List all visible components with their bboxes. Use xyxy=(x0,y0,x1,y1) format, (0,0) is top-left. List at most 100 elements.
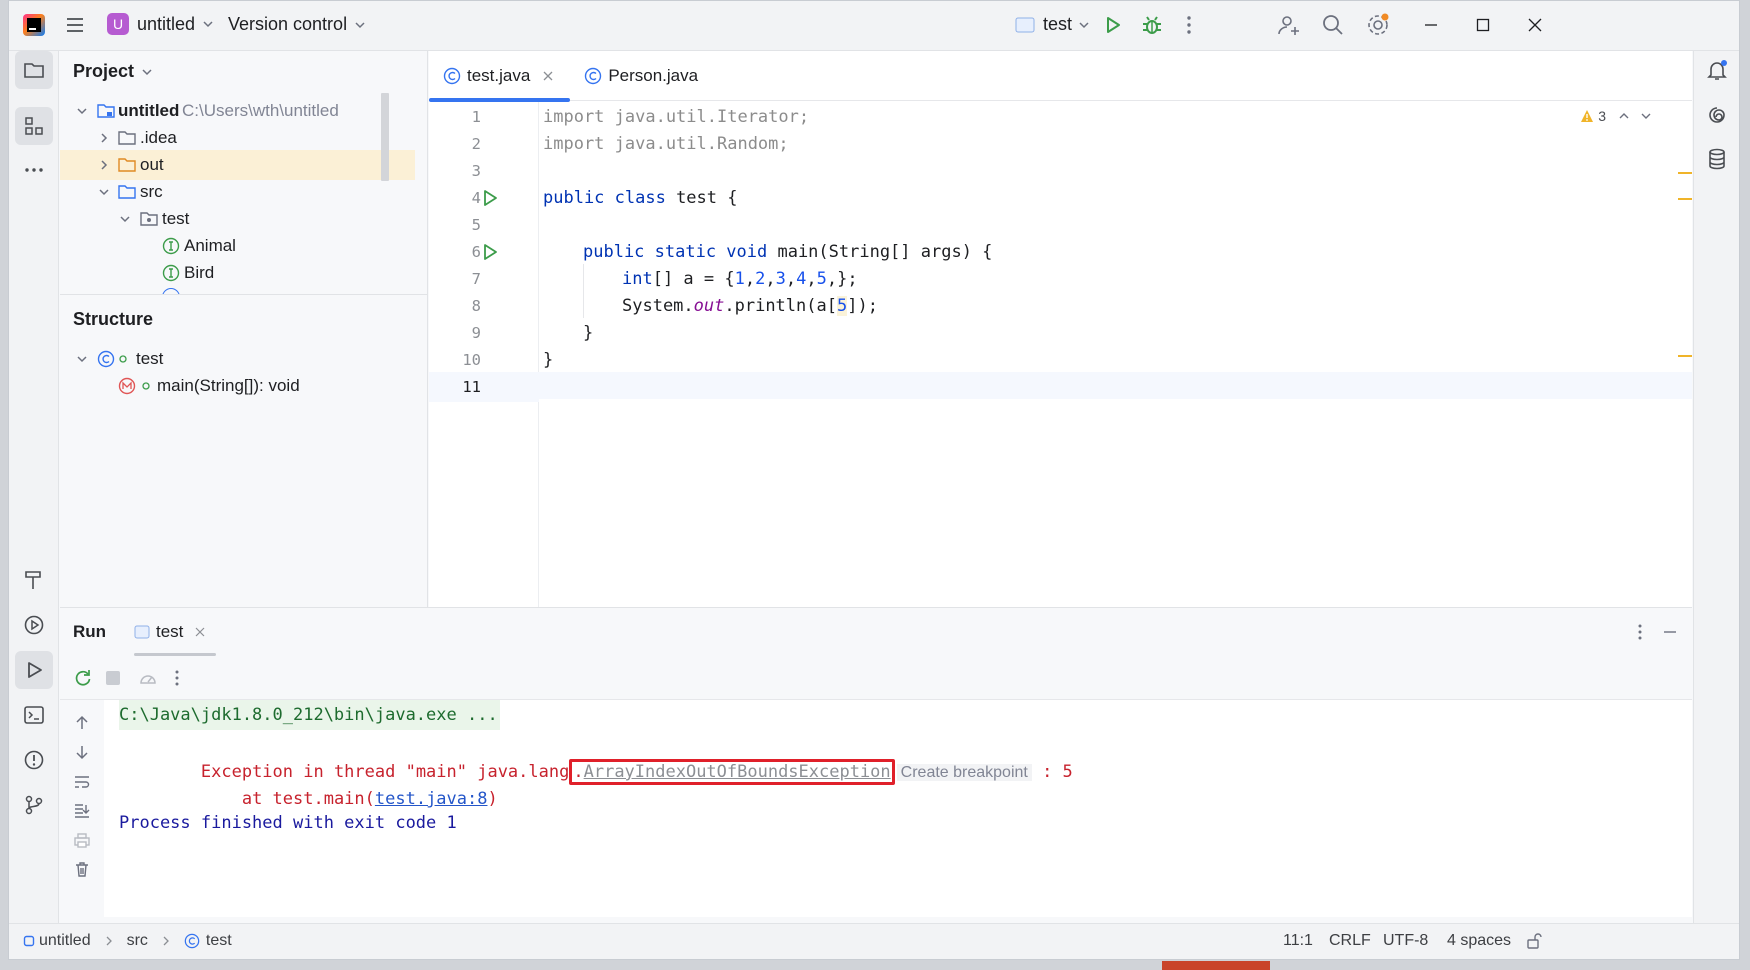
config-icon xyxy=(134,625,150,639)
trash-icon[interactable] xyxy=(73,860,91,878)
breadcrumb-item[interactable]: untitled xyxy=(39,932,91,950)
main-menu-icon[interactable] xyxy=(65,15,85,40)
run-toolbar xyxy=(60,656,1692,700)
run-tab-test[interactable]: test xyxy=(134,608,216,656)
more-actions-button[interactable] xyxy=(1185,15,1193,40)
project-selector[interactable]: U untitled xyxy=(107,13,215,35)
run-tool-button[interactable] xyxy=(15,651,53,689)
tree-item-out[interactable]: out xyxy=(60,150,415,180)
module-icon xyxy=(23,935,35,947)
indent-setting[interactable]: 4 spaces xyxy=(1447,932,1511,950)
project-tree-scrollbar[interactable] xyxy=(381,93,389,181)
maximize-button[interactable] xyxy=(1473,15,1493,40)
tree-item-animal[interactable]: Animal xyxy=(60,231,415,261)
folder-icon xyxy=(24,63,44,78)
code-with-me-button[interactable] xyxy=(1277,13,1301,42)
file-encoding[interactable]: UTF-8 xyxy=(1383,932,1428,950)
structure-tool-button[interactable] xyxy=(15,107,53,145)
inspection-widget[interactable]: 3 xyxy=(1580,108,1652,124)
error-stripe-mark[interactable] xyxy=(1678,355,1692,357)
run-config-selector[interactable]: test xyxy=(1015,14,1091,35)
lock-icon[interactable] xyxy=(1526,933,1542,949)
chevron-right-icon xyxy=(163,936,169,946)
debug-button[interactable] xyxy=(1141,14,1163,41)
code-area[interactable]: import java.util.Iterator; import java.u… xyxy=(539,102,1692,607)
terminal-tool-button[interactable] xyxy=(15,696,53,734)
minimize-panel-icon[interactable] xyxy=(1662,624,1678,640)
close-window-button[interactable] xyxy=(1525,15,1545,40)
line-number: 8 xyxy=(471,297,481,315)
run-gutter-icon[interactable] xyxy=(481,243,499,261)
panel-divider[interactable] xyxy=(60,294,427,295)
code-line-10: } xyxy=(543,350,554,370)
code-token: 4 xyxy=(796,269,807,289)
ide-window: U untitled Version control test Project … xyxy=(8,0,1740,960)
ai-assistant-button[interactable] xyxy=(1705,103,1729,132)
structure-item-main[interactable]: main(String[]): void xyxy=(60,371,415,401)
code-token: [] a = { xyxy=(652,269,735,289)
tree-item-test-package[interactable]: test xyxy=(60,204,415,234)
breadcrumb-item[interactable]: test xyxy=(206,932,232,950)
problems-tool-button[interactable] xyxy=(15,741,53,779)
code-line-7: int[] a = {1,2,3,4,5,}; xyxy=(622,269,858,289)
error-stripe-mark[interactable] xyxy=(1678,172,1692,174)
structure-item-test[interactable]: test xyxy=(60,344,415,374)
create-breakpoint-link[interactable]: Create breakpoint xyxy=(896,764,1032,781)
code-editor: test.java Person.java 1 2 3 4 5 6 7 8 9 … xyxy=(429,51,1692,607)
bell-icon xyxy=(1707,60,1727,80)
services-tool-button[interactable] xyxy=(15,606,53,644)
exception-class-link[interactable]: ArrayIndexOutOfBoundsException xyxy=(584,762,891,782)
run-panel: Run test C:\Java\jdk1.8.0_212\bin\java.e… xyxy=(60,607,1692,917)
tree-label: Animal xyxy=(184,236,236,255)
close-icon[interactable] xyxy=(542,70,554,82)
scroll-to-end-icon[interactable] xyxy=(73,801,91,819)
excluded-folder-icon xyxy=(118,158,136,172)
more-tools-button[interactable] xyxy=(15,151,53,189)
breadcrumb-item[interactable]: src xyxy=(127,932,148,950)
chevron-down-icon[interactable] xyxy=(1640,110,1652,122)
code-token: ]); xyxy=(847,296,878,316)
rerun-icon[interactable] xyxy=(73,668,93,688)
cursor-position[interactable]: 11:1 xyxy=(1283,932,1313,950)
git-tool-button[interactable] xyxy=(15,786,53,824)
close-icon[interactable] xyxy=(195,627,205,637)
version-control-menu[interactable]: Version control xyxy=(228,14,367,35)
app-logo[interactable] xyxy=(23,14,45,36)
tree-item-untitled[interactable]: untitled C:\Users\wth\untitled xyxy=(60,96,415,126)
code-line-9: } xyxy=(583,323,594,343)
print-icon[interactable] xyxy=(73,831,91,849)
more-vertical-icon[interactable] xyxy=(1636,623,1644,641)
soft-wrap-icon[interactable] xyxy=(73,773,91,791)
minimize-button[interactable] xyxy=(1421,15,1441,40)
line-separator[interactable]: CRLF xyxy=(1329,932,1371,950)
error-stripe-mark[interactable] xyxy=(1678,198,1692,200)
build-tool-button[interactable] xyxy=(15,561,53,599)
notifications-button[interactable] xyxy=(1705,58,1729,87)
database-button[interactable] xyxy=(1705,147,1729,176)
code-token: 5 xyxy=(816,269,827,289)
chevron-down-icon xyxy=(120,216,130,223)
stack-suffix: ) xyxy=(487,789,498,809)
tree-label: out xyxy=(140,155,164,174)
project-tool-button[interactable] xyxy=(15,51,53,89)
console-output[interactable]: C:\Java\jdk1.8.0_212\bin\java.exe ... Ex… xyxy=(104,700,1692,917)
arrow-down-icon[interactable] xyxy=(73,743,91,761)
tab-person-java[interactable]: Person.java xyxy=(570,51,714,101)
line-number: 5 xyxy=(471,216,481,234)
source-link[interactable]: test.java:8 xyxy=(375,789,488,809)
run-gutter-icon[interactable] xyxy=(481,189,499,207)
class-icon xyxy=(443,67,461,84)
project-panel-header[interactable]: Project xyxy=(73,61,154,82)
run-button[interactable] xyxy=(1103,15,1123,40)
profiler-icon[interactable] xyxy=(138,668,158,688)
settings-button[interactable] xyxy=(1366,13,1390,42)
more-vertical-icon[interactable] xyxy=(173,669,181,687)
stop-button[interactable] xyxy=(106,671,120,685)
tab-test-java[interactable]: test.java xyxy=(429,51,571,102)
tree-item-bird[interactable]: Bird xyxy=(60,258,415,288)
search-button[interactable] xyxy=(1322,14,1344,41)
arrow-up-icon[interactable] xyxy=(73,714,91,732)
tree-item-idea[interactable]: .idea xyxy=(60,123,415,153)
tree-item-src[interactable]: src xyxy=(60,177,415,207)
chevron-up-icon[interactable] xyxy=(1618,110,1630,122)
